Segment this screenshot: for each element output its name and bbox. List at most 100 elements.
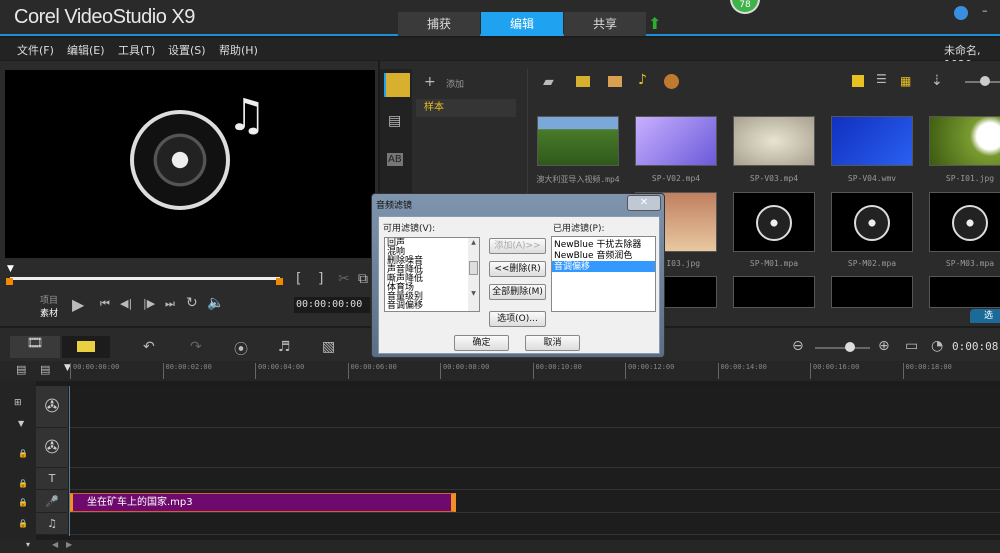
scrubber-handle[interactable]: ▼ <box>7 264 14 274</box>
transition-icon[interactable]: AB <box>387 153 403 166</box>
trim-start-handle[interactable] <box>6 278 13 285</box>
split-scissors-icon[interactable]: ✂ <box>338 271 350 287</box>
undo-icon[interactable]: ↶ <box>143 339 155 355</box>
overlay-track-icon[interactable]: ✇ <box>36 428 68 468</box>
play-button[interactable]: ▶ <box>72 295 84 314</box>
show-videos-icon[interactable] <box>576 76 590 87</box>
ripple-dropdown-icon[interactable]: ▼ <box>18 419 24 428</box>
notification-badge[interactable]: 78 <box>730 0 760 14</box>
overlay-track[interactable] <box>36 428 1000 468</box>
media-thumbnail[interactable] <box>831 192 913 252</box>
mode-project[interactable]: 项目 <box>40 293 58 306</box>
lock-icon[interactable]: 🔒 <box>18 519 28 528</box>
media-category-icon[interactable] <box>384 73 410 97</box>
tab-edit[interactable]: 编辑 <box>481 12 563 36</box>
volume-icon[interactable]: 🔈 <box>207 295 224 311</box>
ripple-edit-icon[interactable]: ⊞ <box>14 398 22 408</box>
zoom-slider-thumb[interactable] <box>845 342 855 352</box>
filter-options-button[interactable]: 选项(O)... <box>489 311 546 327</box>
lock-icon[interactable]: 🔒 <box>18 479 28 488</box>
timecode-field[interactable]: 00:00:00:00 <box>294 297 370 313</box>
timeline-view-button[interactable] <box>62 336 110 358</box>
media-thumbnail[interactable] <box>537 116 619 166</box>
folder-sample[interactable]: 样本 <box>416 99 516 117</box>
folder-icon[interactable]: ▰ <box>543 74 554 90</box>
add-button[interactable]: 添加(A)>> <box>489 238 546 254</box>
applied-filter-item[interactable]: NewBlue 音频润色 <box>552 250 655 261</box>
tab-share[interactable]: 共享 <box>564 12 646 36</box>
home-button[interactable]: ⏮ <box>100 297 110 311</box>
slider-thumb[interactable] <box>980 76 990 86</box>
available-filters-list[interactable]: 回声 混响 删除噪音 声音降低 嘶声降低 体育场 音量级别 音调偏移 ▲ ▼ <box>384 237 480 312</box>
instant-project-icon[interactable]: ▤ <box>388 113 401 129</box>
tab-capture[interactable]: 捕获 <box>398 12 480 36</box>
auto-music-icon[interactable]: ▧ <box>322 339 335 355</box>
zoom-slider[interactable] <box>815 347 870 349</box>
menu-settings[interactable]: 设置(S) <box>168 42 206 58</box>
menu-tools[interactable]: 工具(T) <box>118 42 155 58</box>
chapter-point-icon[interactable]: ▤ <box>40 363 50 376</box>
globe-icon[interactable] <box>954 6 968 20</box>
remove-button[interactable]: <<删除(R) <box>489 261 546 277</box>
thumbnail-view-icon[interactable] <box>852 75 864 87</box>
mark-in-button[interactable]: [ <box>296 271 301 287</box>
add-folder-button[interactable]: 添加 <box>446 77 464 90</box>
end-button[interactable]: ⏭ <box>165 297 175 311</box>
video-track[interactable] <box>36 386 1000 428</box>
close-button[interactable]: ✕ <box>627 195 661 211</box>
add-icon[interactable]: + <box>424 74 436 90</box>
fit-project-icon[interactable]: ▭ <box>905 338 918 354</box>
media-filter-icon[interactable] <box>664 74 679 89</box>
next-frame-button[interactable]: |▶ <box>143 297 155 310</box>
title-track[interactable] <box>36 468 1000 490</box>
repeat-icon[interactable]: ↻ <box>186 295 198 311</box>
previous-frame-button[interactable]: ◀| <box>120 297 132 310</box>
trim-bar[interactable] <box>10 277 280 280</box>
media-thumbnail[interactable] <box>831 116 913 166</box>
media-thumbnail[interactable] <box>831 276 913 308</box>
media-thumbnail[interactable] <box>929 116 1000 166</box>
media-thumbnail[interactable] <box>929 192 1000 252</box>
menu-file[interactable]: 文件(F) <box>17 42 54 58</box>
audio-clip[interactable]: 坐在矿车上的国家.mp3 <box>70 493 456 512</box>
zoom-out-icon[interactable]: ⊖ <box>792 338 804 354</box>
ok-button[interactable]: 确定 <box>454 335 509 351</box>
lock-icon[interactable]: 🔒 <box>18 498 28 507</box>
scroll-left-icon[interactable]: ◀ <box>52 540 58 549</box>
options-button[interactable]: 选 <box>970 309 1000 323</box>
record-capture-icon[interactable]: ⦿ <box>234 339 248 359</box>
menu-edit[interactable]: 编辑(E) <box>67 42 105 58</box>
upload-arrow-icon[interactable]: ⬆ <box>648 14 661 33</box>
track-height-icon[interactable]: ▾ <box>26 540 30 549</box>
project-duration-icon[interactable]: ◔ <box>931 338 943 354</box>
media-thumbnail[interactable] <box>733 116 815 166</box>
media-thumbnail[interactable] <box>929 276 1000 308</box>
mode-clip[interactable]: 素材 <box>40 306 58 319</box>
media-thumbnail[interactable] <box>635 116 717 166</box>
zoom-in-icon[interactable]: ⊕ <box>878 338 890 354</box>
music-track-icon[interactable]: ♫ <box>36 513 68 535</box>
redo-icon[interactable]: ↷ <box>190 339 202 355</box>
list-view-icon[interactable]: ☰ <box>876 72 887 86</box>
sort-icon[interactable]: ⇣ <box>931 73 943 89</box>
storyboard-view-icon[interactable]: 🎞 <box>10 336 60 358</box>
applied-filter-item[interactable]: NewBlue 干扰去除器 <box>552 239 655 250</box>
video-track-icon[interactable]: ✇ <box>36 386 68 428</box>
media-thumbnail[interactable] <box>733 192 815 252</box>
voice-track-icon[interactable]: 🎤 <box>36 490 68 513</box>
minimize-button[interactable]: – <box>982 4 988 17</box>
audio-mixer-icon[interactable]: ♬ <box>278 339 291 355</box>
menu-help[interactable]: 帮助(H) <box>219 42 258 58</box>
title-track-icon[interactable]: T <box>36 468 68 490</box>
lock-icon[interactable]: 🔒 <box>18 449 28 458</box>
music-track[interactable] <box>36 513 1000 535</box>
track-manager-icon[interactable]: ▤ <box>16 363 26 376</box>
applied-filter-item[interactable]: 音调偏移 <box>552 261 655 272</box>
show-photos-icon[interactable] <box>608 76 622 87</box>
enlarge-icon[interactable]: ⧉ <box>358 271 368 287</box>
show-audio-icon[interactable]: ♪ <box>638 72 647 88</box>
media-thumbnail[interactable] <box>733 276 815 308</box>
applied-filters-list[interactable]: NewBlue 干扰去除器 NewBlue 音频润色 音调偏移 <box>551 236 656 312</box>
scroll-right-icon[interactable]: ▶ <box>66 540 72 549</box>
available-filter-item[interactable]: 音调偏移 <box>387 302 467 311</box>
